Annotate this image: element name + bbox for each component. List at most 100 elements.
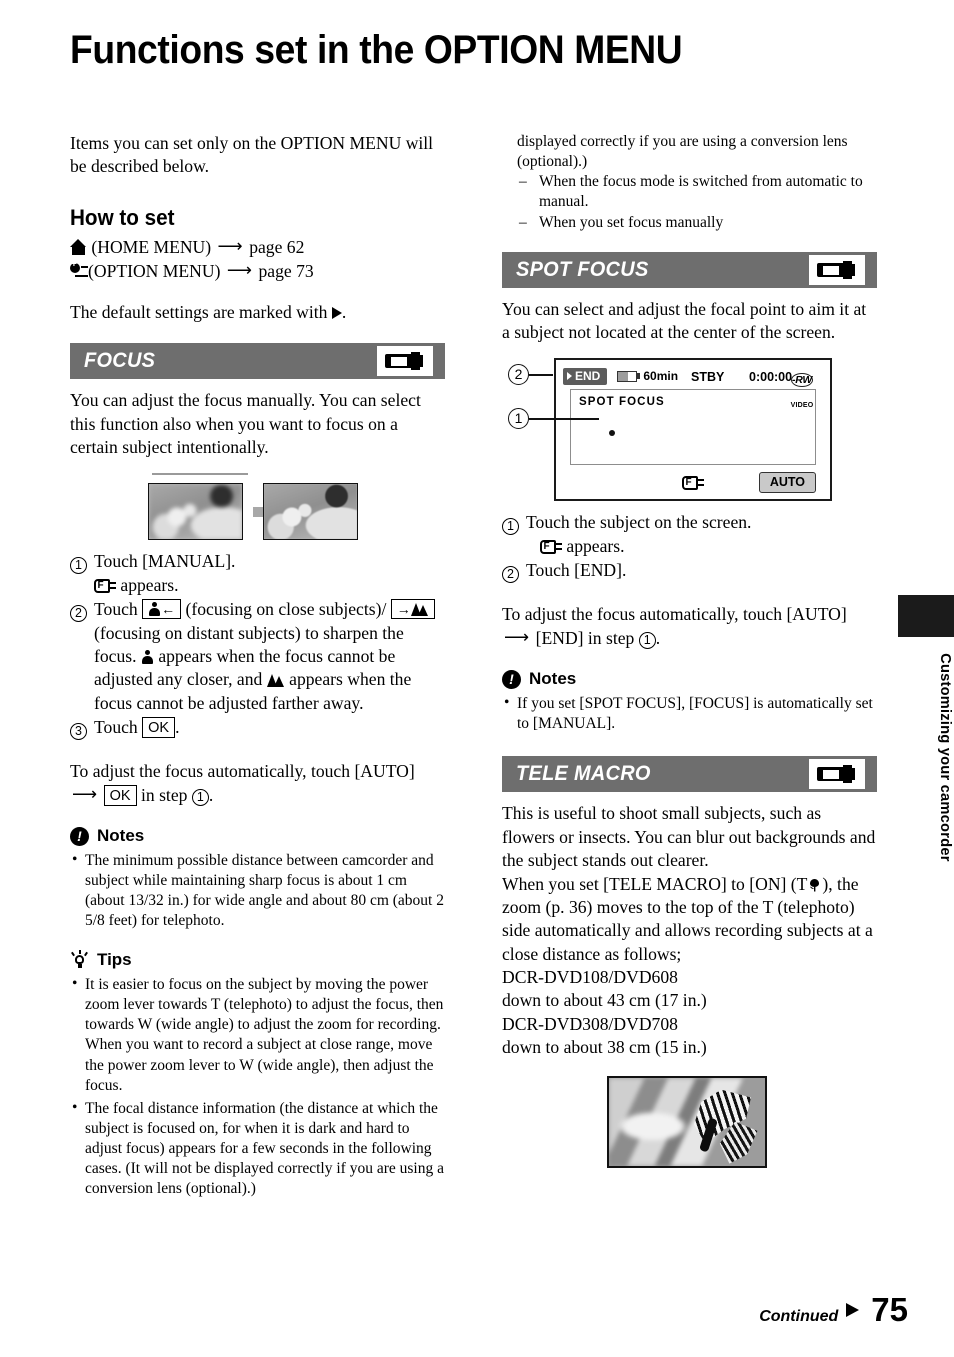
focus-f-icon: F	[94, 578, 116, 594]
focus-step-3: 3 Touch OK.	[70, 716, 445, 741]
focus-step-3-period: .	[175, 717, 180, 738]
camcorder-icon	[809, 759, 865, 790]
tele-macro-text-b: (T	[790, 873, 808, 894]
option-menu-page: page 73	[258, 261, 314, 282]
section-title-focus: FOCUS	[84, 349, 156, 373]
side-tab: Customizing your camcorder	[898, 595, 954, 864]
spot-auto-text-c: [END] in step	[535, 628, 635, 649]
step-number: 1	[70, 557, 87, 575]
focus-notes-heading: ! Notes	[70, 825, 445, 848]
callout-leader-line	[529, 418, 599, 420]
close-subject-button-icon: ←	[142, 599, 182, 620]
step-number: 1	[502, 518, 519, 536]
focus-illustration	[70, 473, 445, 541]
focus-auto-text-b: [AUTO]	[354, 760, 415, 781]
home-menu-line: (HOME MENU) ⟶ page 62	[70, 235, 445, 259]
camcorder-icon	[809, 254, 865, 285]
focus-step-1-sub: appears.	[120, 574, 179, 595]
tele-macro-model-1-distance: down to about 43 cm (17 in.)	[502, 990, 707, 1011]
home-menu-page: page 62	[249, 237, 305, 258]
lcd-end-button[interactable]: END	[563, 367, 608, 386]
list-item: When the focus mode is switched from aut…	[517, 172, 877, 212]
focus-step-2-text-a: Touch	[94, 599, 138, 620]
spot-focus-step-1-sub: appears.	[566, 535, 625, 556]
focus-f-icon: F	[540, 539, 562, 555]
default-note-text: The default settings are marked with	[70, 301, 328, 322]
note-exclamation-icon: !	[502, 670, 521, 690]
callout-leader-line	[529, 374, 553, 376]
callout-2: 2	[508, 364, 553, 386]
spot-focus-step-2: 2 Touch [END].	[502, 559, 877, 584]
callout-number: 1	[508, 408, 529, 430]
focus-steps: 1 Touch [MANUAL]. F appears. 2 Touch ← (…	[70, 550, 445, 741]
focus-step-2-text-b: (focusing on close subjects)/	[185, 599, 387, 620]
spot-focus-notes-heading: ! Notes	[502, 668, 877, 691]
note-exclamation-icon: !	[70, 827, 89, 847]
lcd-status-bar: END 60min STBY 0:00:00 -RW VIDEO	[563, 365, 823, 409]
tip-continuation-text: displayed correctly if you are using a c…	[517, 133, 848, 171]
option-menu-icon	[70, 260, 88, 279]
section-title-tele-macro: TELE MACRO	[516, 762, 651, 786]
home-menu-label: (HOME MENU)	[91, 237, 212, 258]
focus-auto-instruction: To adjust the focus automatically, touch…	[70, 760, 445, 808]
step-number: 2	[502, 566, 519, 584]
callout-number: 2	[508, 364, 529, 386]
lcd-viewfinder-area[interactable]: SPOT FOCUS	[570, 389, 816, 466]
spot-auto-period: .	[655, 628, 661, 649]
mountain-icon	[410, 602, 429, 617]
focus-auto-text-a: To adjust the focus automatically, touch	[70, 760, 351, 781]
default-note-period: .	[341, 301, 347, 322]
page-number: 75	[871, 1291, 908, 1328]
arrow-right-icon: ⟶	[72, 783, 98, 804]
tele-macro-text-a: When you set [TELE MACRO] to [ON]	[502, 873, 787, 894]
list-item: If you set [SPOT FOCUS], [FOCUS] is auto…	[502, 693, 877, 734]
step-number: 1	[638, 632, 656, 650]
focus-tips-heading: Tips	[70, 949, 445, 972]
section-header-tele-macro: TELE MACRO	[502, 756, 877, 793]
home-icon	[70, 239, 87, 256]
section-header-focus: FOCUS	[70, 343, 445, 380]
person-icon	[141, 649, 154, 664]
spot-focus-step-1: 1 Touch the subject on the screen. F app…	[502, 511, 877, 558]
focus-intro: You can adjust the focus manually. You c…	[70, 390, 421, 457]
spot-focus-step-2-text: Touch [END].	[526, 560, 627, 581]
step-number: 2	[70, 605, 87, 623]
focus-step-3-text: Touch	[94, 717, 138, 738]
spot-auto-text-a: To adjust the focus automatically, touch	[502, 603, 783, 624]
focus-point-marker	[609, 430, 615, 437]
section-header-spot-focus: SPOT FOCUS	[502, 251, 877, 288]
callout-1: 1	[508, 408, 599, 430]
mountain-icon	[266, 673, 285, 688]
step-number: 1	[191, 788, 209, 806]
arrow-right-icon	[846, 1303, 860, 1317]
tele-macro-paragraph-2: When you set [TELE MACRO] to [ON] (T ), …	[502, 873, 877, 967]
photo-before-blurred	[148, 483, 243, 541]
triangle-right-icon	[331, 306, 342, 319]
page-footer: Continued 75	[759, 1291, 908, 1329]
focus-auto-text-c: in step	[141, 784, 188, 805]
person-icon	[148, 602, 161, 617]
tele-macro-model-1-name: DCR-DVD108/DVD608	[502, 967, 678, 988]
tele-macro-model-2-name: DCR-DVD308/DVD708	[502, 1013, 678, 1034]
focus-f-icon: F	[682, 475, 704, 491]
arrow-right-icon: ⟶	[217, 236, 243, 257]
tele-macro-paragraph-1: This is useful to shoot small subjects, …	[502, 803, 876, 871]
tips-label: Tips	[97, 950, 132, 970]
step-number: 3	[70, 723, 87, 741]
arrow-right-icon: ⟶	[226, 260, 253, 281]
lcd-auto-label: AUTO	[769, 475, 805, 490]
lcd-auto-button[interactable]: AUTO	[758, 472, 816, 494]
ok-button-label: OK	[109, 787, 131, 804]
notes-label: Notes	[97, 826, 145, 846]
list-item: The minimum possible distance between ca…	[70, 850, 445, 932]
intro-paragraph: Items you can set only on the OPTION MEN…	[70, 133, 434, 177]
illustration-rule	[152, 473, 248, 476]
focus-tips-list: It is easier to focus on the subject by …	[70, 974, 445, 1200]
ok-button-label: OK	[148, 720, 170, 737]
disc-format-label: -RW	[791, 373, 813, 388]
section-title-spot-focus: SPOT FOCUS	[516, 257, 649, 281]
battery-icon	[617, 370, 641, 382]
tip-lightbulb-icon	[70, 950, 89, 970]
photo-after-focused	[263, 483, 358, 541]
lcd-status-stby: STBY	[691, 370, 725, 385]
